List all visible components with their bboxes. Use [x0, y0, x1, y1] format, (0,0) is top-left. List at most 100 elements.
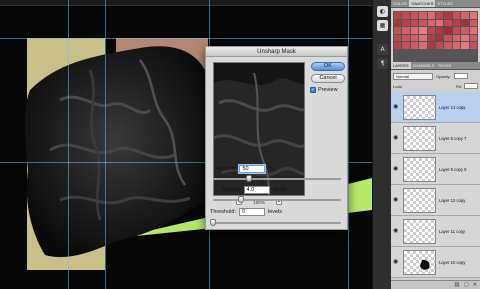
blend-mode-select[interactable]: Normal — [393, 72, 433, 80]
guide-vertical[interactable] — [68, 0, 69, 289]
color-swatch[interactable] — [444, 27, 452, 34]
amount-input[interactable]: 50 — [239, 165, 266, 173]
color-swatch[interactable] — [461, 19, 469, 26]
layer-row[interactable]: ◉ Layer 13 copy — [391, 92, 480, 123]
layer-row[interactable]: ◉ Layer 5 copy 7 — [391, 123, 480, 154]
color-swatch[interactable] — [452, 12, 461, 19]
swatches-panel-icon[interactable]: ▦ — [377, 20, 388, 31]
tab-layers[interactable]: LAYERS — [391, 62, 411, 69]
threshold-slider-thumb[interactable] — [210, 219, 216, 226]
color-swatch[interactable] — [444, 19, 452, 26]
tab-paths[interactable]: PATHS — [436, 62, 453, 69]
color-swatch[interactable] — [444, 12, 452, 19]
cancel-button[interactable]: Cancel — [311, 74, 345, 83]
color-swatch[interactable] — [410, 34, 419, 41]
link-layers-icon[interactable]: ⛓ — [454, 282, 460, 288]
color-swatch[interactable] — [427, 34, 435, 41]
layer-row[interactable]: ◉ Layer 10 copy — [391, 247, 480, 278]
trash-icon[interactable]: ✕ — [473, 282, 477, 288]
color-swatch[interactable] — [419, 27, 427, 34]
fill-input[interactable] — [464, 83, 478, 89]
guide-vertical[interactable] — [105, 0, 106, 289]
color-swatch[interactable] — [461, 42, 469, 49]
color-swatch[interactable] — [402, 12, 410, 19]
color-swatch[interactable] — [444, 34, 452, 41]
character-panel-icon[interactable]: A — [377, 44, 388, 55]
color-swatch[interactable] — [410, 42, 419, 49]
paragraph-panel-icon[interactable]: ¶ — [377, 58, 388, 69]
preview-window[interactable] — [213, 62, 305, 196]
radius-slider-thumb[interactable] — [238, 196, 245, 203]
color-swatch[interactable] — [469, 42, 477, 49]
color-swatch[interactable] — [402, 19, 410, 26]
layer-row[interactable]: ◉ Layer 12 copy — [391, 185, 480, 216]
color-swatch[interactable] — [452, 42, 461, 49]
color-swatch[interactable] — [452, 27, 461, 34]
color-swatch[interactable] — [410, 27, 419, 34]
color-swatch[interactable] — [444, 42, 452, 49]
amount-slider[interactable] — [213, 175, 341, 182]
color-swatch[interactable] — [394, 12, 402, 19]
tab-styles[interactable]: STYLES — [435, 0, 454, 7]
color-swatch[interactable] — [436, 12, 444, 19]
color-swatch[interactable] — [461, 27, 469, 34]
color-swatch[interactable] — [419, 19, 427, 26]
color-swatch[interactable] — [419, 42, 427, 49]
layer-row[interactable]: ◉ Layer 5 copy 6 — [391, 154, 480, 185]
visibility-eye-icon[interactable]: ◉ — [393, 259, 400, 265]
color-swatch[interactable] — [427, 27, 435, 34]
tab-channels[interactable]: CHANNELS — [411, 62, 437, 69]
color-swatch[interactable] — [427, 12, 435, 19]
color-swatch[interactable] — [461, 12, 469, 19]
visibility-eye-icon[interactable]: ◉ — [393, 166, 400, 172]
color-swatch[interactable] — [394, 34, 402, 41]
blend-row: Normal Opacity: — [393, 72, 478, 80]
threshold-label: Threshold: — [210, 209, 236, 215]
color-swatch[interactable] — [394, 19, 402, 26]
color-swatch[interactable] — [469, 34, 477, 41]
color-swatch[interactable] — [436, 34, 444, 41]
tab-swatches[interactable]: SWATCHES — [409, 0, 436, 7]
guide-horizontal[interactable] — [0, 38, 372, 39]
preview-checkbox[interactable]: ✓ — [310, 87, 316, 93]
preview-toggle[interactable]: ✓ Preview — [310, 87, 338, 93]
radius-input[interactable]: 4.0 — [243, 186, 270, 194]
layer-shape-icon — [420, 259, 430, 270]
radius-slider[interactable] — [213, 196, 341, 203]
color-swatch[interactable] — [419, 34, 427, 41]
threshold-input[interactable]: 0 — [239, 208, 265, 216]
ok-button[interactable]: OK — [311, 62, 345, 71]
color-swatch[interactable] — [469, 12, 477, 19]
layer-row[interactable]: ◉ Layer 11 copy — [391, 216, 480, 247]
color-swatch[interactable] — [452, 19, 461, 26]
color-swatch[interactable] — [402, 34, 410, 41]
color-swatch[interactable] — [427, 42, 435, 49]
color-swatch[interactable] — [410, 19, 419, 26]
color-swatch[interactable] — [436, 42, 444, 49]
visibility-eye-icon[interactable]: ◉ — [393, 197, 400, 203]
color-swatch[interactable] — [452, 34, 461, 41]
color-swatch[interactable] — [427, 19, 435, 26]
guide-vertical[interactable] — [348, 0, 349, 289]
new-layer-icon[interactable]: ▢ — [464, 282, 469, 288]
color-swatch[interactable] — [469, 27, 477, 34]
color-swatch[interactable] — [394, 42, 402, 49]
visibility-eye-icon[interactable]: ◉ — [393, 104, 400, 110]
color-swatch[interactable] — [436, 19, 444, 26]
color-swatch[interactable] — [436, 27, 444, 34]
color-swatch[interactable] — [461, 34, 469, 41]
amount-slider-thumb[interactable] — [245, 175, 252, 182]
visibility-eye-icon[interactable]: ◉ — [393, 135, 400, 141]
color-swatch[interactable] — [402, 42, 410, 49]
visibility-eye-icon[interactable]: ◉ — [393, 228, 400, 234]
color-swatch[interactable] — [394, 27, 402, 34]
color-swatch[interactable] — [410, 12, 419, 19]
opacity-input[interactable] — [453, 73, 468, 79]
tab-color[interactable]: COLOR — [391, 0, 409, 7]
color-swatch[interactable] — [402, 27, 410, 34]
color-swatch[interactable] — [419, 12, 427, 19]
radius-row: Radius: 4.0 pixels — [222, 186, 287, 194]
color-swatch[interactable] — [469, 19, 477, 26]
color-panel-icon[interactable]: ◐ — [377, 6, 388, 17]
threshold-slider[interactable] — [210, 219, 341, 226]
